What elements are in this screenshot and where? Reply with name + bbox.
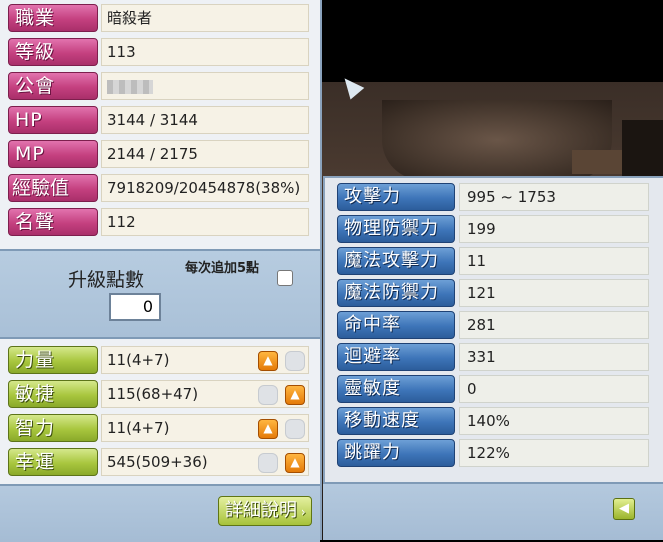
int-label: 智力: [8, 414, 98, 442]
jump-value: 122%: [459, 439, 649, 467]
fame-value: 112: [101, 208, 309, 236]
luk-increase-button[interactable]: ▲: [285, 453, 305, 473]
detail-window-footer: [323, 482, 663, 540]
hands-label: 靈敏度: [337, 375, 455, 403]
guild-value: [101, 72, 309, 100]
mp-value: 2144 / 2175: [101, 140, 309, 168]
auto-add-checkbox[interactable]: [277, 270, 293, 286]
arrow-up-icon: ▲: [263, 353, 273, 367]
avoid-value: 331: [459, 343, 649, 371]
exp-label: 經驗值: [8, 174, 98, 202]
magic-atk-label: 魔法攻擊力: [337, 247, 455, 275]
str-increase-button[interactable]: ▲: [258, 351, 278, 371]
level-value: 113: [101, 38, 309, 66]
dex-label: 敏捷: [8, 380, 98, 408]
speed-label: 移動速度: [337, 407, 455, 435]
magic-def-value: 121: [459, 279, 649, 307]
ability-points-label: 升級點數: [68, 269, 145, 291]
phys-def-value: 199: [459, 215, 649, 243]
hands-value: 0: [459, 375, 649, 403]
arrow-left-icon: ◀: [619, 501, 629, 516]
guild-name-redacted: [107, 80, 153, 94]
ability-points-value: 0: [109, 293, 161, 321]
luk-label: 幸運: [8, 448, 98, 476]
phys-def-label: 物理防禦力: [337, 215, 455, 243]
str-label: 力量: [8, 346, 98, 374]
magic-atk-value: 11: [459, 247, 649, 275]
int-decrease-slot: [285, 419, 305, 439]
int-increase-button[interactable]: ▲: [258, 419, 278, 439]
exp-value: 7918209/20454878(38%): [101, 174, 309, 202]
speed-value: 140%: [459, 407, 649, 435]
chevron-right-icon: ›: [297, 505, 306, 519]
guild-label: 公會: [8, 72, 98, 100]
level-label: 等級: [8, 38, 98, 66]
hp-value: 3144 / 3144: [101, 106, 309, 134]
arrow-up-icon: ▲: [290, 455, 300, 469]
mp-label: MP: [8, 140, 98, 168]
str-decrease-slot: [285, 351, 305, 371]
detail-button[interactable]: 詳細說明 ›: [218, 496, 312, 526]
attack-value: 995 ~ 1753: [459, 183, 649, 211]
auto-add-hint: 每次追加5點: [184, 261, 260, 276]
job-label: 職業: [8, 4, 98, 32]
ability-points-panel: 升級點數 0 每次追加5點: [0, 249, 320, 339]
arrow-up-icon: ▲: [263, 421, 273, 435]
arrow-up-icon: ▲: [290, 387, 300, 401]
magic-def-label: 魔法防禦力: [337, 279, 455, 307]
fame-label: 名聲: [8, 208, 98, 236]
jump-label: 跳躍力: [337, 439, 455, 467]
avoid-label: 迴避率: [337, 343, 455, 371]
accuracy-label: 命中率: [337, 311, 455, 339]
dex-increase-button[interactable]: ▲: [285, 385, 305, 405]
character-stat-window: 職業 暗殺者 等級 113 公會 HP 3144 / 3144 MP 2144 …: [0, 0, 322, 542]
close-detail-button[interactable]: ◀: [613, 498, 635, 520]
accuracy-value: 281: [459, 311, 649, 339]
job-value: 暗殺者: [101, 4, 309, 32]
luk-decrease-slot: [258, 453, 278, 473]
attack-label: 攻擊力: [337, 183, 455, 211]
detail-button-label: 詳細說明: [225, 500, 297, 521]
dex-decrease-slot: [258, 385, 278, 405]
hp-label: HP: [8, 106, 98, 134]
